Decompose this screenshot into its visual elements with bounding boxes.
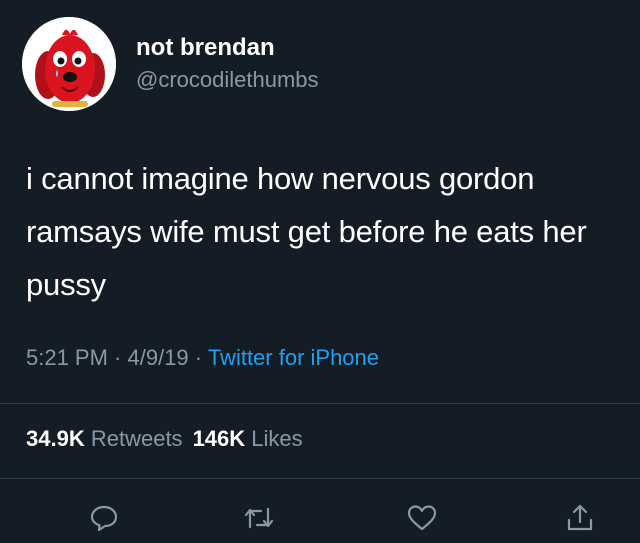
meta-separator: ·: [107, 345, 128, 370]
like-button[interactable]: [402, 498, 442, 538]
tweet-source-link[interactable]: Twitter for iPhone: [208, 345, 379, 370]
tweet-stats: 34.9K Retweets 146K Likes: [26, 424, 313, 454]
likes-label[interactable]: Likes: [251, 426, 302, 451]
tweet-detail: not brendan @crocodilethumbs i cannot im…: [0, 0, 640, 543]
reply-icon: [90, 505, 118, 532]
tweet-time: 5:21 PM: [26, 345, 108, 370]
meta-separator: ·: [188, 345, 208, 370]
share-button[interactable]: [560, 498, 600, 538]
retweets-count[interactable]: 34.9K: [26, 426, 85, 451]
retweet-button[interactable]: [239, 498, 279, 538]
likes-count[interactable]: 146K: [193, 426, 246, 451]
tweet-actions: [0, 492, 640, 540]
user-names: not brendan @crocodilethumbs: [136, 33, 319, 95]
tweet-text: i cannot imagine how nervous gordon rams…: [26, 161, 587, 302]
red-dog-avatar-icon: [22, 17, 116, 111]
divider: [0, 478, 640, 479]
tweet-meta: 5:21 PM · 4/9/19 · Twitter for iPhone: [26, 343, 379, 373]
share-icon: [567, 504, 593, 531]
tweet-header: not brendan @crocodilethumbs: [22, 16, 319, 112]
retweet-icon: [244, 507, 274, 529]
tweet-date: 4/9/19: [127, 345, 189, 370]
reply-button[interactable]: [84, 498, 124, 538]
divider: [0, 403, 640, 404]
retweets-label[interactable]: Retweets: [91, 426, 183, 451]
display-name[interactable]: not brendan: [136, 33, 319, 63]
user-handle[interactable]: @crocodilethumbs: [136, 65, 319, 95]
avatar[interactable]: [22, 17, 116, 111]
like-icon: [407, 505, 437, 531]
